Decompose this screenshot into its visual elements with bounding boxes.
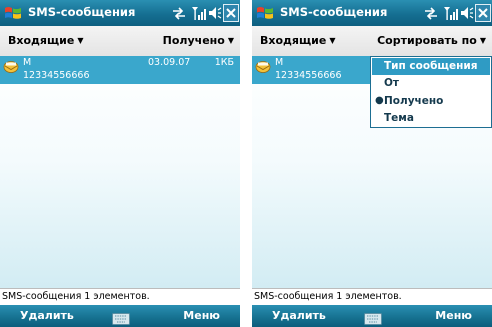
folder-dropdown[interactable]: Входящие ▼ (260, 34, 335, 47)
menu-item-label: Тема (384, 112, 414, 124)
status-icons (422, 4, 492, 22)
menu-softkey[interactable]: Меню (435, 309, 472, 322)
title-bar: SMS-сообщения (0, 0, 240, 26)
status-text: SMS-сообщения 1 элементов. (2, 291, 150, 302)
title-bar: SMS-сообщения (252, 0, 492, 26)
signal-strength-icon[interactable] (190, 4, 208, 22)
sort-dropdown[interactable]: Получено ▼ (163, 34, 234, 47)
windows-flag-icon[interactable] (3, 3, 23, 23)
chevron-down-icon: ▼ (227, 36, 234, 45)
chevron-down-icon: ▼ (329, 36, 336, 45)
right-screen: SMS-сообщения Входящие ▼ Сортировать по … (252, 0, 492, 327)
list-item[interactable]: M 12334556666 03.09.07 1КБ (0, 56, 240, 84)
message-sender: M (23, 57, 32, 68)
folder-label: Входящие (260, 34, 327, 47)
sort-label: Получено (162, 34, 225, 47)
chevron-down-icon: ▼ (479, 36, 486, 45)
message-number: 12334556666 (23, 70, 90, 81)
delete-softkey[interactable]: Удалить (272, 309, 326, 322)
sort-popup-menu: Тип сообщения От ● Получено Тема (370, 56, 492, 128)
menu-softkey[interactable]: Меню (183, 309, 220, 322)
left-screen: SMS-сообщения Входящие ▼ Получено ▼ M 12… (0, 0, 240, 327)
softkey-bar: Удалить Меню (252, 305, 492, 327)
message-size: 1КБ (214, 57, 234, 68)
keyboard-icon[interactable] (112, 310, 130, 325)
menu-item-received[interactable]: ● Получено (372, 93, 490, 110)
bullet-icon: ● (375, 95, 384, 106)
menu-item-label: Получено (384, 95, 444, 107)
menu-item-message-type[interactable]: Тип сообщения (372, 58, 490, 75)
menu-item-label: От (384, 77, 400, 89)
sms-envelope-icon (3, 59, 19, 73)
speaker-icon[interactable] (208, 4, 222, 22)
status-line: SMS-сообщения 1 элементов. (252, 288, 492, 305)
windows-flag-icon[interactable] (255, 3, 275, 23)
app-title: SMS-сообщения (28, 5, 136, 19)
speaker-icon[interactable] (460, 4, 474, 22)
softkey-bar: Удалить Меню (0, 305, 240, 327)
sync-arrows-icon[interactable] (170, 4, 188, 22)
menu-item-subject[interactable]: Тема (372, 110, 490, 127)
close-icon[interactable] (223, 4, 239, 22)
message-date: 03.09.07 (148, 57, 191, 68)
keyboard-icon[interactable] (364, 310, 382, 325)
folder-dropdown[interactable]: Входящие ▼ (8, 34, 83, 47)
close-icon[interactable] (475, 4, 491, 22)
status-text: SMS-сообщения 1 элементов. (254, 291, 402, 302)
status-line: SMS-сообщения 1 элементов. (0, 288, 240, 305)
status-icons (170, 4, 240, 22)
sort-label: Сортировать по (377, 34, 477, 47)
folder-label: Входящие (8, 34, 75, 47)
menu-item-label: Тип сообщения (384, 60, 478, 72)
signal-strength-icon[interactable] (442, 4, 460, 22)
chevron-down-icon: ▼ (77, 36, 84, 45)
menu-item-from[interactable]: От (372, 75, 490, 92)
message-number: 12334556666 (275, 70, 342, 81)
message-list[interactable]: M 12334556666 03.09.07 1КБ (0, 56, 240, 288)
message-sender: M (275, 57, 284, 68)
app-title: SMS-сообщения (280, 5, 388, 19)
list-header: Входящие ▼ Сортировать по ▼ (252, 26, 492, 57)
delete-softkey[interactable]: Удалить (20, 309, 74, 322)
list-header: Входящие ▼ Получено ▼ (0, 26, 240, 57)
sync-arrows-icon[interactable] (422, 4, 440, 22)
sort-dropdown[interactable]: Сортировать по ▼ (377, 34, 486, 47)
sms-envelope-icon (255, 59, 271, 73)
